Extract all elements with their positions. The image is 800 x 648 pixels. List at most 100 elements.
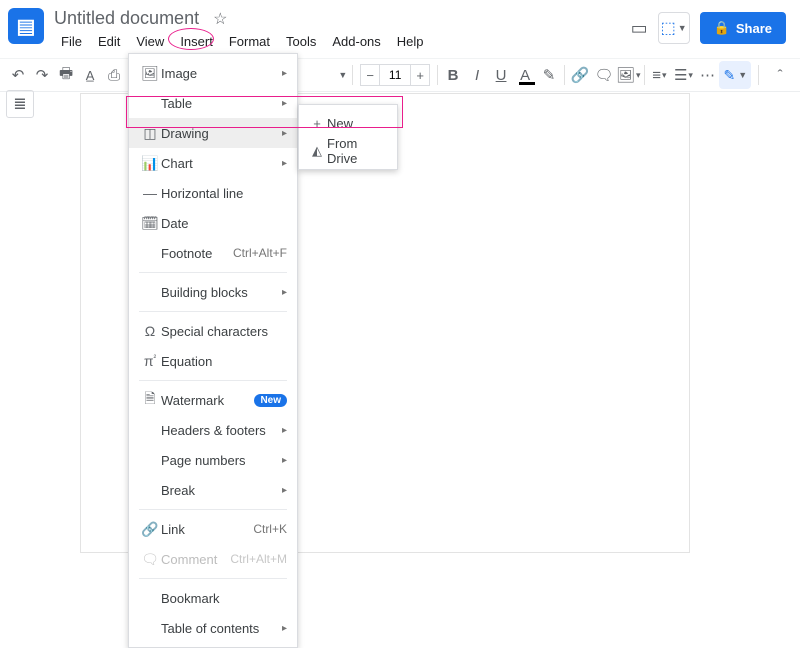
redo-button[interactable]: ↷ [30, 61, 54, 89]
submenu-item-from-drive[interactable]: ◭ From Drive [299, 137, 397, 165]
menu-item-table[interactable]: Table ▸ [129, 88, 297, 118]
menu-item-watermark[interactable]: 🗎 Watermark New [129, 385, 297, 415]
align-button[interactable]: ≡▾ [647, 61, 671, 89]
menu-item-equation[interactable]: π² Equation [129, 346, 297, 376]
link-icon: 🔗 [139, 521, 161, 538]
submenu-item-new[interactable]: + New [299, 109, 397, 137]
bold-button[interactable]: B [441, 61, 465, 89]
menu-item-special-characters[interactable]: Ω Special characters [129, 316, 297, 346]
menu-view[interactable]: View [129, 31, 171, 52]
star-icon[interactable]: ☆ [213, 9, 227, 29]
menu-item-headers-footers[interactable]: Headers & footers ▸ [129, 415, 297, 445]
chevron-down-icon: ▾ [688, 70, 693, 81]
menu-item-label: New [327, 116, 389, 131]
pi-icon: π² [139, 353, 161, 369]
present-button[interactable]: ⬚▼ [658, 12, 690, 44]
menu-shortcut: Ctrl+K [253, 522, 287, 536]
document-title[interactable]: Untitled document [54, 8, 199, 29]
docs-logo-icon: ▤ [17, 14, 36, 39]
omega-icon: Ω [139, 323, 161, 339]
font-size-decrease[interactable]: − [360, 64, 380, 86]
toolbar-separator [352, 65, 353, 85]
menu-file[interactable]: File [54, 31, 89, 52]
open-comments-icon[interactable]: ▭ [631, 18, 648, 39]
menu-bar: File Edit View Insert Format Tools Add-o… [54, 31, 631, 52]
print-button[interactable]: 🖶 [54, 61, 78, 89]
toolbar-separator [644, 65, 645, 85]
menu-item-label: Image [161, 66, 282, 81]
more-tools-button[interactable]: ⋯ [695, 61, 719, 89]
submenu-arrow-icon: ▸ [282, 425, 287, 436]
menu-item-label: Building blocks [161, 285, 282, 300]
submenu-arrow-icon: ▸ [282, 158, 287, 169]
menu-item-label: Horizontal line [161, 186, 287, 201]
submenu-arrow-icon: ▸ [282, 68, 287, 79]
menu-item-date[interactable]: 🗓 Date [129, 208, 297, 238]
share-button[interactable]: 🔒 Share [700, 12, 786, 44]
italic-button[interactable]: I [465, 61, 489, 89]
spellcheck-button[interactable]: A̲ [78, 61, 102, 89]
underline-button[interactable]: U [489, 61, 513, 89]
menu-item-label: Chart [161, 156, 282, 171]
menu-item-chart[interactable]: 📊 Chart ▸ [129, 148, 297, 178]
menu-item-label: Table [161, 96, 282, 111]
watermark-icon: 🗎 [139, 388, 161, 412]
menu-item-page-numbers[interactable]: Page numbers ▸ [129, 445, 297, 475]
chart-icon: 📊 [139, 155, 161, 172]
menu-separator [139, 509, 287, 510]
highlight-button[interactable]: ✎ [537, 61, 561, 89]
menu-item-label: Headers & footers [161, 423, 282, 438]
menu-tools[interactable]: Tools [279, 31, 323, 52]
menu-item-building-blocks[interactable]: Building blocks ▸ [129, 277, 297, 307]
toolbar-separator [564, 65, 565, 85]
menu-item-footnote[interactable]: Footnote Ctrl+Alt+F [129, 238, 297, 268]
menu-item-label: Date [161, 216, 287, 231]
insert-link-button[interactable]: 🔗 [568, 61, 592, 89]
menu-item-label: Break [161, 483, 282, 498]
menu-item-link[interactable]: 🔗 Link Ctrl+K [129, 514, 297, 544]
menu-item-break[interactable]: Break ▸ [129, 475, 297, 505]
menu-item-horizontal-line[interactable]: — Horizontal line [129, 178, 297, 208]
menu-insert[interactable]: Insert [173, 31, 220, 52]
menu-item-label: Footnote [161, 246, 233, 261]
submenu-arrow-icon: ▸ [282, 623, 287, 634]
menu-addons[interactable]: Add-ons [325, 31, 387, 52]
submenu-arrow-icon: ▸ [282, 455, 287, 466]
drawing-submenu: + New ◭ From Drive [298, 104, 398, 170]
add-comment-button[interactable]: 🗨 [592, 61, 616, 89]
paint-format-button[interactable]: ⎙ [102, 61, 126, 89]
document-outline-button[interactable]: ≣ [6, 90, 34, 118]
menu-separator [139, 311, 287, 312]
chevron-down-icon: ▼ [738, 70, 747, 80]
menu-item-table-of-contents[interactable]: Table of contents ▸ [129, 613, 297, 643]
insert-image-button[interactable]: 🖼▾ [616, 61, 641, 89]
menu-format[interactable]: Format [222, 31, 277, 52]
line-spacing-button[interactable]: ☰▾ [671, 61, 695, 89]
font-size-input[interactable] [380, 64, 410, 86]
menu-separator [139, 380, 287, 381]
menu-edit[interactable]: Edit [91, 31, 127, 52]
submenu-arrow-icon: ▸ [282, 128, 287, 139]
menu-item-drawing[interactable]: ◫ Drawing ▸ [129, 118, 297, 148]
chevron-down-icon: ▾ [636, 70, 641, 81]
collapse-toolbar-button[interactable]: ˆ [766, 61, 794, 89]
styles-picker[interactable]: ▼ [303, 64, 350, 86]
menu-item-label: Table of contents [161, 621, 282, 636]
editing-mode-button[interactable]: ✎ ▼ [719, 61, 751, 89]
comment-icon: 🗨 [139, 551, 161, 568]
menu-item-bookmark[interactable]: Bookmark [129, 583, 297, 613]
menu-separator [139, 272, 287, 273]
menu-item-image[interactable]: 🖼 Image ▸ [129, 58, 297, 88]
menu-help[interactable]: Help [390, 31, 431, 52]
horizontal-line-icon: — [139, 185, 161, 201]
menu-shortcut: Ctrl+Alt+M [230, 552, 287, 566]
menu-item-label: Special characters [161, 324, 287, 339]
submenu-arrow-icon: ▸ [282, 485, 287, 496]
font-size-increase[interactable]: + [410, 64, 430, 86]
drawing-icon: ◫ [139, 125, 161, 142]
submenu-arrow-icon: ▸ [282, 98, 287, 109]
lock-icon: 🔒 [714, 20, 730, 36]
text-color-button[interactable]: A [513, 61, 537, 89]
docs-logo[interactable]: ▤ [8, 8, 44, 44]
undo-button[interactable]: ↶ [6, 61, 30, 89]
